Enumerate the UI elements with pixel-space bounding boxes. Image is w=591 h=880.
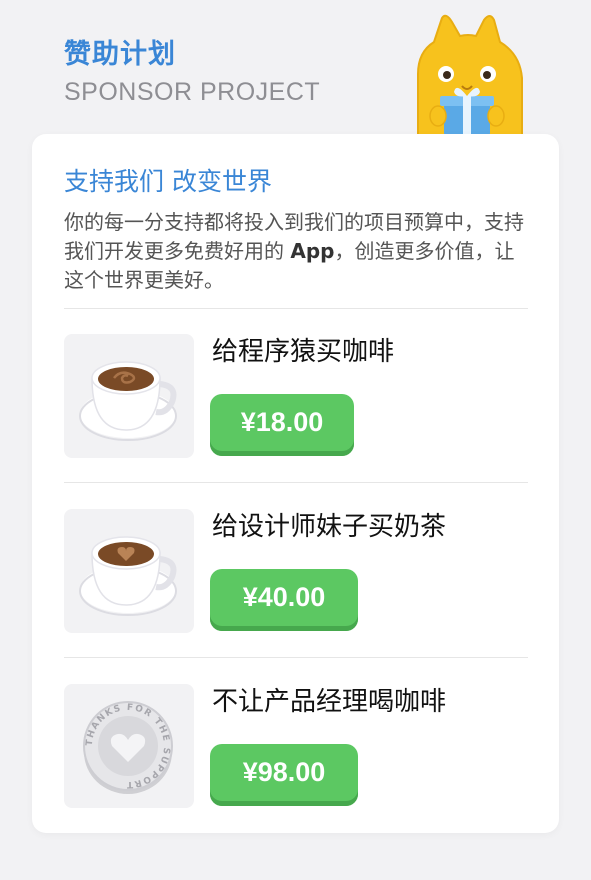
intro-title: 支持我们 改变世界 — [64, 167, 272, 196]
sponsor-card: 支持我们 改变世界 你的每一分支持都将投入到我们的项目预算中，支持我们开发更多免… — [32, 134, 559, 833]
intro-app-text: App — [290, 239, 335, 263]
mascot-gift-icon — [398, 12, 534, 145]
price-button-40[interactable]: ¥40.00 — [210, 569, 358, 631]
item-label: 给程序猿买咖啡 — [212, 337, 395, 367]
divider — [64, 482, 528, 483]
page-title: 赞助计划 — [64, 39, 176, 70]
sponsor-item-programmer-coffee: 给程序猿买咖啡 ¥18.00 — [64, 334, 534, 460]
item-label: 不让产品经理喝咖啡 — [212, 687, 447, 717]
coffee-cup-heart-icon — [64, 509, 194, 633]
divider — [64, 308, 528, 309]
intro-description: 你的每一分支持都将投入到我们的项目预算中，支持我们开发更多免费好用的 App，创… — [64, 208, 534, 295]
sponsor-item-no-pm-coffee: THANKS FOR THE SUPPORT 不让产品经理喝咖啡 ¥98.00 — [64, 684, 534, 810]
thanks-coin-icon: THANKS FOR THE SUPPORT — [64, 684, 194, 808]
price-button-98[interactable]: ¥98.00 — [210, 744, 358, 806]
coffee-cup-icon — [64, 334, 194, 458]
page-subtitle: SPONSOR PROJECT — [64, 78, 321, 106]
item-label: 给设计师妹子买奶茶 — [212, 512, 447, 542]
divider — [64, 657, 528, 658]
page-header: 赞助计划 SPONSOR PROJECT — [64, 38, 320, 106]
sponsor-item-designer-milk-tea: 给设计师妹子买奶茶 ¥40.00 — [64, 509, 534, 635]
price-button-18[interactable]: ¥18.00 — [210, 394, 354, 456]
